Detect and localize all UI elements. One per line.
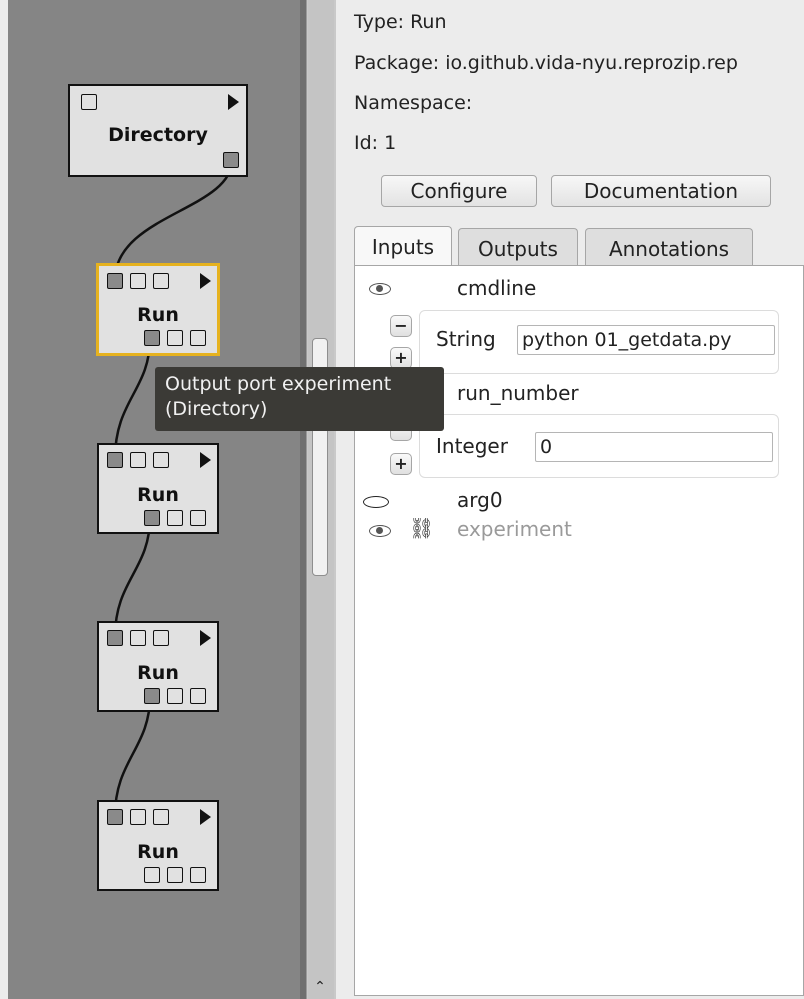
module-run-2[interactable]: Run bbox=[97, 443, 219, 534]
eye-icon[interactable] bbox=[369, 525, 391, 537]
output-port-1[interactable] bbox=[144, 688, 160, 704]
minus-icon[interactable]: − bbox=[390, 315, 412, 337]
module-type: Type: Run bbox=[354, 11, 447, 33]
input-port-1[interactable] bbox=[107, 630, 123, 646]
cmdline-input[interactable]: python 01_getdata.py bbox=[517, 325, 775, 355]
input-port[interactable] bbox=[81, 94, 97, 110]
output-port-1[interactable] bbox=[144, 510, 160, 526]
tooltip-line-1: Output port experiment bbox=[165, 373, 392, 395]
output-port-3[interactable] bbox=[190, 867, 206, 883]
run-number-type-label: Integer bbox=[436, 434, 508, 458]
output-port-2[interactable] bbox=[167, 510, 183, 526]
module-title: Run bbox=[137, 662, 179, 684]
module-title: Run bbox=[137, 484, 179, 506]
input-port-1[interactable] bbox=[107, 273, 123, 289]
tab-annotations[interactable]: Annotations bbox=[585, 228, 753, 266]
connection-directory-to-run1 bbox=[113, 159, 234, 281]
output-port-experiment[interactable] bbox=[223, 152, 239, 168]
module-title: Run bbox=[137, 841, 179, 863]
module-info-panel: Type: Run Package: io.github.vida-nyu.re… bbox=[336, 0, 804, 999]
input-port-2[interactable] bbox=[130, 273, 146, 289]
run-number-input[interactable]: 0 bbox=[535, 432, 773, 462]
connection-run1-to-run2 bbox=[113, 337, 152, 460]
port-name-cmdline: cmdline bbox=[457, 276, 537, 300]
output-port-3[interactable] bbox=[190, 510, 206, 526]
cmdline-type-label: String bbox=[436, 327, 496, 351]
eye-icon[interactable] bbox=[369, 283, 391, 295]
output-port-1[interactable] bbox=[144, 867, 160, 883]
input-port-2[interactable] bbox=[130, 630, 146, 646]
tooltip-line-2: (Directory) bbox=[165, 398, 268, 420]
module-title: Directory bbox=[108, 124, 208, 146]
output-port-2[interactable] bbox=[167, 330, 183, 346]
documentation-button[interactable]: Documentation bbox=[551, 175, 771, 207]
port-name-arg0: arg0 bbox=[457, 488, 503, 512]
play-icon[interactable] bbox=[228, 94, 239, 110]
link-icon: ⛓ bbox=[409, 516, 435, 540]
play-icon[interactable] bbox=[200, 452, 211, 468]
module-run-4[interactable]: Run bbox=[97, 800, 219, 891]
module-directory[interactable]: Directory bbox=[68, 84, 248, 177]
port-name-experiment: experiment bbox=[457, 517, 572, 541]
input-port-1[interactable] bbox=[107, 452, 123, 468]
output-port-3[interactable] bbox=[190, 688, 206, 704]
module-run-1[interactable]: Run bbox=[96, 263, 220, 356]
module-id: Id: 1 bbox=[354, 132, 397, 154]
module-run-3[interactable]: Run bbox=[97, 621, 219, 712]
connection-run2-to-run3 bbox=[113, 516, 152, 638]
input-port-2[interactable] bbox=[130, 809, 146, 825]
output-port-2[interactable] bbox=[167, 688, 183, 704]
play-icon[interactable] bbox=[200, 630, 211, 646]
input-port-3[interactable] bbox=[153, 452, 169, 468]
module-title: Run bbox=[137, 304, 179, 326]
pipeline-canvas[interactable]: Directory Run Run Run Run bbox=[0, 0, 306, 999]
input-port-3[interactable] bbox=[153, 630, 169, 646]
play-icon[interactable] bbox=[200, 273, 211, 289]
connection-run3-to-run4 bbox=[113, 695, 152, 817]
input-port-3[interactable] bbox=[153, 273, 169, 289]
input-port-3[interactable] bbox=[153, 809, 169, 825]
output-port-3[interactable] bbox=[190, 330, 206, 346]
input-port-1[interactable] bbox=[107, 809, 123, 825]
configure-button[interactable]: Configure bbox=[381, 175, 537, 207]
plus-icon[interactable]: + bbox=[390, 453, 412, 475]
input-port-2[interactable] bbox=[130, 452, 146, 468]
visibility-toggle-icon[interactable] bbox=[363, 496, 389, 508]
port-name-run-number: run_number bbox=[457, 381, 579, 405]
plus-icon[interactable]: + bbox=[390, 347, 412, 369]
tab-inputs[interactable]: Inputs bbox=[354, 226, 452, 266]
module-namespace: Namespace: bbox=[354, 92, 473, 114]
play-icon[interactable] bbox=[200, 809, 211, 825]
port-tooltip: Output port experiment (Directory) bbox=[155, 367, 444, 431]
output-port-2[interactable] bbox=[167, 867, 183, 883]
output-port-1[interactable] bbox=[144, 330, 160, 346]
tab-outputs[interactable]: Outputs bbox=[458, 228, 578, 266]
chevron-up-icon[interactable]: ⌃ bbox=[312, 978, 328, 996]
module-package: Package: io.github.vida-nyu.reprozip.rep bbox=[354, 52, 738, 74]
